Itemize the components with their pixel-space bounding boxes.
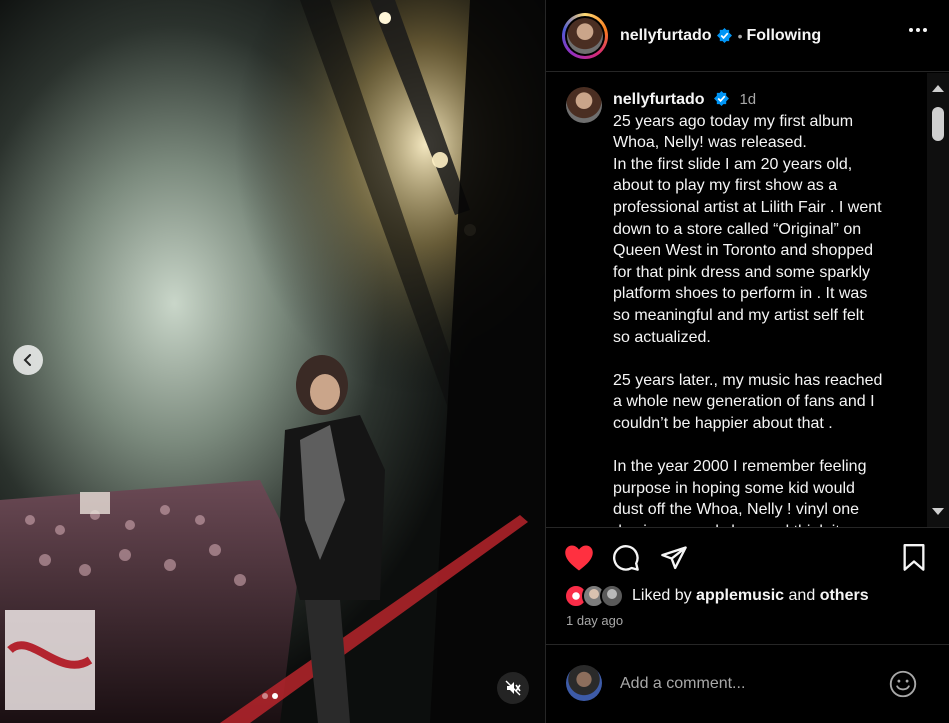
carousel-indicator [262, 693, 278, 699]
caption: nellyfurtado 1d 25 years ago today my fi… [613, 89, 913, 527]
post-header: nellyfurtado • Following [546, 0, 949, 72]
liked-by-and: and [788, 587, 816, 604]
liked-by-others-link[interactable]: others [820, 587, 869, 604]
carousel-dot [262, 693, 268, 699]
carousel-dot-active [272, 693, 278, 699]
bookmark-icon[interactable] [902, 544, 926, 572]
caption-timestamp[interactable]: 1d [739, 91, 756, 108]
scroll-down-arrow-icon[interactable] [932, 508, 944, 515]
mute-toggle-button[interactable] [497, 672, 529, 704]
liked-by-text: Liked by applemusic and others [632, 587, 869, 605]
action-bar [546, 540, 949, 580]
verified-badge-icon [716, 28, 732, 43]
post-modal: nellyfurtado • Following nellyfurtado 1d… [0, 0, 949, 723]
separator-dot: • [737, 27, 743, 44]
caption-scroll-area[interactable]: nellyfurtado 1d 25 years ago today my fi… [546, 73, 949, 528]
carousel-prev-button[interactable] [13, 345, 43, 375]
avatar [567, 17, 603, 54]
concert-video-frame [0, 0, 545, 723]
paper-plane-icon[interactable] [660, 544, 688, 572]
author-username[interactable]: nellyfurtado [620, 27, 712, 45]
liked-by-prefix: Liked by [632, 587, 692, 604]
ellipsis-icon-dot [916, 28, 920, 32]
caption-avatar[interactable] [566, 87, 602, 123]
liker-avatar[interactable] [600, 584, 624, 608]
caption-scrollbar[interactable] [927, 73, 949, 527]
caption-username[interactable]: nellyfurtado [613, 91, 705, 108]
more-options-button[interactable] [909, 28, 927, 32]
avatar-border [565, 15, 605, 56]
speaker-muted-icon [505, 680, 521, 696]
heart-filled-icon[interactable] [564, 544, 594, 572]
verified-badge-icon [714, 91, 730, 106]
liked-by-user-link[interactable]: applemusic [696, 587, 784, 604]
caption-paragraph: 25 years ago today my first album Whoa, … [613, 112, 882, 346]
comment-bubble-icon[interactable] [612, 544, 640, 572]
comment-input[interactable] [618, 671, 872, 697]
post-details-panel: nellyfurtado • Following nellyfurtado 1d… [545, 0, 949, 723]
ellipsis-icon-dot [923, 28, 927, 32]
ellipsis-icon-dot [909, 28, 913, 32]
likes-summary: Liked by applemusic and others [564, 584, 869, 608]
comment-composer [546, 644, 949, 723]
current-user-avatar[interactable] [566, 665, 602, 701]
smiley-icon[interactable] [889, 670, 917, 698]
scroll-thumb[interactable] [932, 107, 944, 141]
following-button[interactable]: Following [746, 27, 821, 45]
chevron-left-icon [23, 354, 31, 366]
post-date[interactable]: 1 day ago [566, 613, 623, 628]
scroll-up-arrow-icon[interactable] [932, 85, 944, 92]
story-ring[interactable] [562, 12, 608, 59]
caption-paragraph: In the year 2000 I remember feeling purp… [613, 458, 867, 527]
post-media[interactable] [0, 0, 545, 723]
caption-paragraph: 25 years later., my music has reached a … [613, 371, 883, 432]
